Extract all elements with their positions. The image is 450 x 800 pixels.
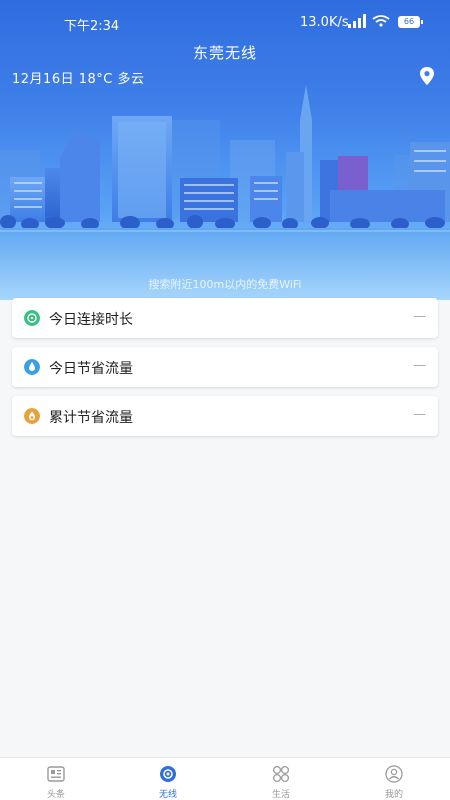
wifi-status-icon	[372, 15, 390, 27]
network-speed: 13.0K/s	[300, 15, 349, 30]
signal-icon	[348, 14, 366, 28]
nav-label: 我的	[384, 790, 403, 800]
clock-icon	[24, 310, 40, 326]
nav-item-news[interactable]: 头条	[0, 758, 112, 800]
location-pin-icon[interactable]	[419, 67, 435, 85]
flame-icon	[24, 408, 40, 424]
stats-cards: 今日连接时长 — 今日节省流量 — 累计节省流量 —	[12, 298, 438, 445]
nav-label: 无线	[158, 790, 177, 800]
card-connect-duration[interactable]: 今日连接时长 —	[12, 298, 438, 338]
card-value: —	[413, 358, 426, 373]
grid-icon	[272, 765, 290, 783]
card-label: 今日连接时长	[49, 312, 133, 328]
card-value: —	[413, 309, 426, 324]
droplet-icon	[24, 359, 40, 375]
nav-label: 头条	[46, 790, 65, 800]
city-skyline-illustration	[0, 85, 450, 300]
card-label: 今日节省流量	[49, 361, 133, 377]
wifi-disc-icon	[160, 766, 176, 782]
search-hint: 搜索附近100m以内的免费WiFi	[148, 278, 302, 291]
bottom-navigation: 头条 无线 生活 我的	[0, 757, 450, 800]
battery-icon: 66	[398, 16, 423, 28]
card-saved-traffic-total[interactable]: 累计节省流量 —	[12, 396, 438, 436]
news-icon	[47, 766, 65, 782]
card-value: —	[413, 407, 426, 422]
weather-info: 12月16日 18°C 多云	[12, 72, 145, 87]
hero-header: 下午2:34 13.0K/s 66 东莞无线 12月16日 18°C 多云 搜索…	[0, 0, 450, 300]
nav-item-mine[interactable]: 我的	[338, 758, 450, 800]
profile-icon	[385, 765, 403, 783]
status-bar: 下午2:34 13.0K/s 66	[0, 0, 450, 40]
status-time: 下午2:34	[64, 19, 120, 34]
page-title: 东莞无线	[192, 44, 257, 62]
card-saved-traffic-today[interactable]: 今日节省流量 —	[12, 347, 438, 387]
card-label: 累计节省流量	[49, 410, 133, 426]
nav-label: 生活	[271, 790, 290, 800]
nav-item-wireless[interactable]: 无线	[112, 758, 224, 800]
nav-item-life[interactable]: 生活	[225, 758, 337, 800]
